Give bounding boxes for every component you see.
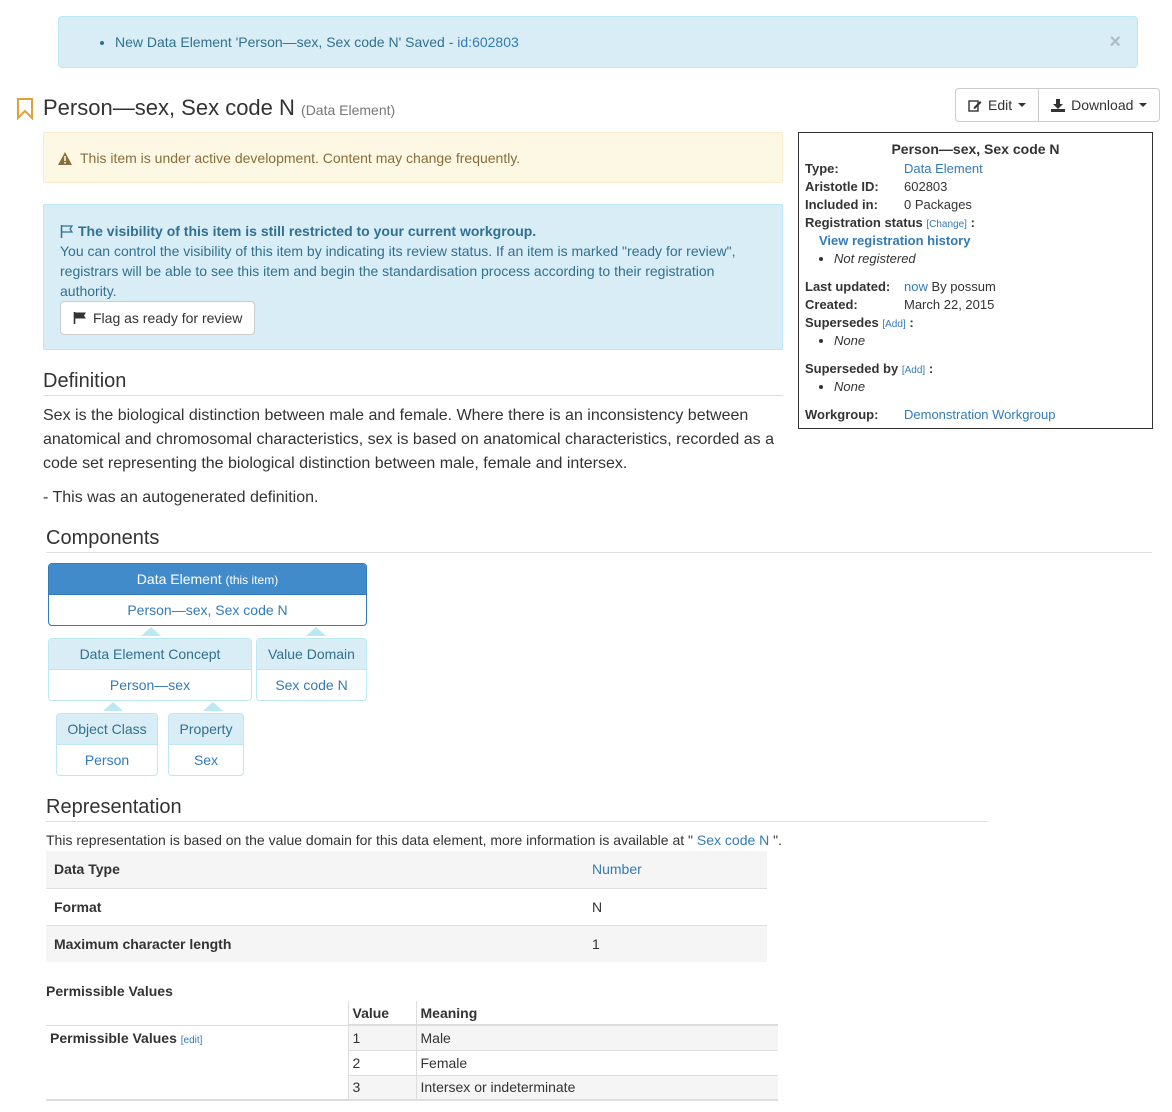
object-class-link[interactable]: Person [57,745,157,775]
item-type-label: (Data Element) [301,102,396,118]
table-row: Maximum character length 1 [46,924,767,962]
value-domain-link[interactable]: Sex code N [257,670,366,700]
add-supersedes-link[interactable]: [Add] [882,319,905,330]
table-row: Permissible Values [edit] 1 Male [46,1024,778,1101]
last-updated-link[interactable]: now [904,279,928,294]
definition-text: Sex is the biological distinction betwee… [43,407,774,472]
saved-item-id-link[interactable]: id:602803 [457,34,519,50]
meaning-column-header: Meaning [416,1001,778,1026]
value-column-header: Value [347,1001,417,1026]
download-button[interactable]: Download [1038,88,1161,122]
arrow-up-icon [141,627,161,636]
item-infobox: Person—sex, Sex code N Type: Data Elemen… [798,132,1153,429]
infobox-superseded-by-row: Superseded by [Add] : [805,361,934,376]
bookmark-icon[interactable] [16,98,34,120]
arrow-up-icon [203,702,223,711]
workgroup-link[interactable]: Demonstration Workgroup [904,407,1056,422]
visibility-body: You can control the visibility of this i… [60,243,736,299]
definition-heading: Definition [43,370,783,396]
infobox-created-row: Created: March 22, 2015 [805,297,995,312]
caret-down-icon [1139,103,1148,107]
data-element-link[interactable]: Person—sex, Sex code N [49,595,366,625]
definition-body: Sex is the biological distinction betwee… [43,404,783,520]
data-type-link[interactable]: Number [592,861,642,877]
infobox-title: Person—sex, Sex code N [891,141,1060,157]
arrow-up-icon [103,702,123,711]
infobox-supersedes-row: Supersedes [Add] : [805,315,914,330]
flag-ready-for-review-button[interactable]: Flag as ready for review [60,301,256,335]
infobox-included-row: Included in: 0 Packages [805,197,972,212]
permissible-values-table: Value Meaning Permissible Values [edit] … [46,1001,778,1101]
caret-down-icon [1018,103,1027,107]
saved-message: New Data Element 'Person—sex, Sex code N… [115,34,519,50]
infobox-registration-row: Registration status [Change] : [805,215,975,230]
component-data-element-concept: Data Element Concept Person—sex [48,638,252,701]
representation-heading: Representation [46,796,987,822]
table-row: Data Type Number [46,851,767,888]
add-superseded-by-link[interactable]: [Add] [902,365,925,376]
representation-intro: This representation is based on the valu… [46,832,783,848]
view-registration-history-link[interactable]: View registration history [819,233,970,248]
flag-icon [73,312,86,324]
supersedes-value: None [834,333,865,348]
infobox-type-row: Type: Data Element [805,161,983,176]
edit-permissible-values-link[interactable]: [edit] [181,1035,203,1046]
change-registration-link[interactable]: [Change] [926,219,967,230]
definition-note: - This was an autogenerated definition. [43,489,319,506]
component-property: Property Sex [168,713,244,776]
data-element-concept-link[interactable]: Person—sex [49,670,251,700]
infobox-updated-row: Last updated: now By possum [805,279,996,294]
property-link[interactable]: Sex [169,745,243,775]
permissible-values-title: Permissible Values [46,983,173,999]
download-icon [1051,98,1066,112]
saved-alert: New Data Element 'Person—sex, Sex code N… [58,16,1138,68]
visibility-notice: The visibility of this item is still res… [43,204,783,350]
edit-button[interactable]: Edit [955,88,1040,122]
superseded-by-value: None [834,379,865,394]
flag-outline-icon [60,224,74,238]
warning-icon [58,151,72,165]
component-object-class: Object Class Person [56,713,158,776]
development-warning: This item is under active development. C… [43,132,783,183]
registration-status-value: Not registered [834,251,916,266]
edit-icon [968,99,982,112]
infobox-workgroup-row: Workgroup: Demonstration Workgroup [805,407,1056,422]
type-link[interactable]: Data Element [904,161,983,176]
infobox-id-row: Aristotle ID: 602803 [805,179,948,194]
representation-table: Data Type Number Format N Maximum charac… [46,851,767,962]
component-data-element: Data Element (this item) Person—sex, Sex… [48,563,367,626]
close-alert-button[interactable]: × [1109,32,1121,52]
arrow-up-icon [306,627,326,636]
table-row: Format N [46,887,767,925]
component-value-domain: Value Domain Sex code N [256,638,367,701]
page-title: Person—sex, Sex code N (Data Element) [43,95,396,120]
value-domain-reference-link[interactable]: Sex code N [697,832,769,848]
components-heading: Components [46,527,1152,553]
visibility-title: The visibility of this item is still res… [60,221,762,241]
item-actions: Edit Download [955,88,1161,122]
